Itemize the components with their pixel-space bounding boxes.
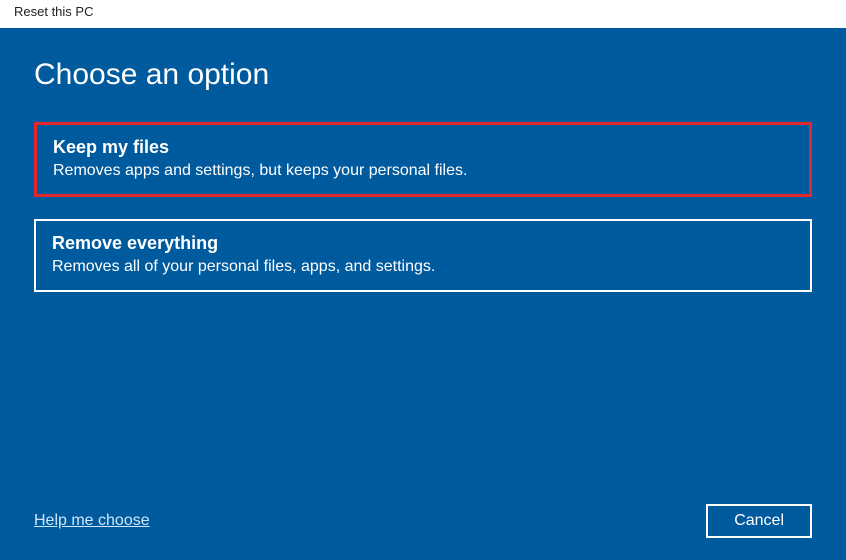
option-remove-title: Remove everything bbox=[52, 233, 794, 254]
cancel-button[interactable]: Cancel bbox=[706, 504, 812, 538]
option-remove-everything[interactable]: Remove everything Removes all of your pe… bbox=[34, 219, 812, 292]
footer: Help me choose Cancel bbox=[34, 504, 812, 538]
option-keep-my-files[interactable]: Keep my files Removes apps and settings,… bbox=[34, 122, 812, 197]
option-keep-title: Keep my files bbox=[53, 137, 793, 158]
window-title: Reset this PC bbox=[0, 0, 846, 28]
page-title: Choose an option bbox=[34, 58, 812, 92]
option-remove-desc: Removes all of your personal files, apps… bbox=[52, 258, 794, 276]
main-panel: Choose an option Keep my files Removes a… bbox=[0, 28, 846, 560]
option-keep-desc: Removes apps and settings, but keeps you… bbox=[53, 162, 793, 180]
help-me-choose-link[interactable]: Help me choose bbox=[34, 512, 150, 530]
